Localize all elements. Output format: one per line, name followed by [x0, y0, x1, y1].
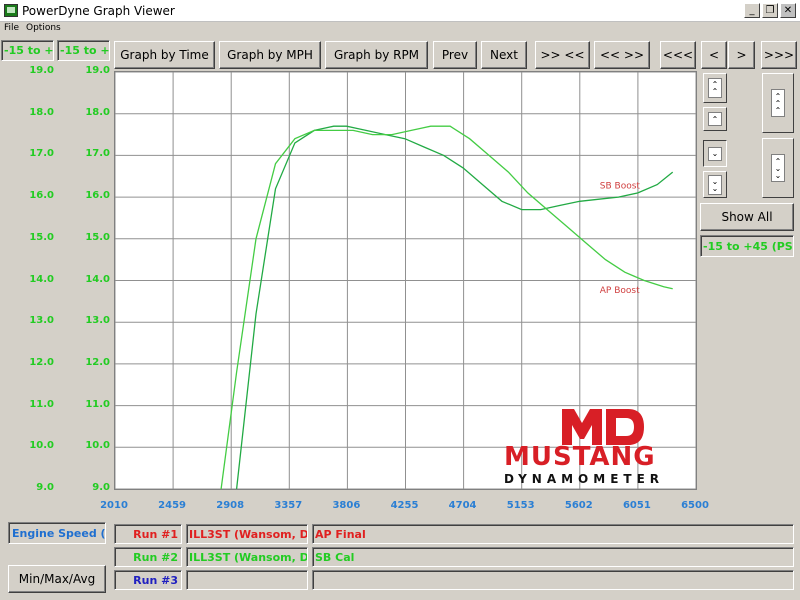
zoom-in-button[interactable]: >> <<	[535, 41, 590, 69]
range-box-right[interactable]: -15 to +45 (PSI)	[700, 235, 794, 257]
graph-by-rpm-button[interactable]: Graph by RPM	[325, 41, 428, 69]
y-tick-label-inner: 15.0	[85, 231, 110, 243]
x-tick-label: 3806	[332, 500, 361, 511]
page-down-icon: ⌃ ⌄ ⌄	[771, 154, 785, 182]
y-tick-label: 18.0	[29, 106, 54, 118]
minimize-button[interactable]: _	[744, 3, 760, 18]
y-tick-label-inner: 10.0	[85, 440, 110, 452]
run-label[interactable]: Run #2	[114, 547, 182, 567]
window-title: PowerDyne Graph Viewer	[22, 4, 175, 18]
close-button[interactable]: ✕	[780, 3, 796, 18]
menu-bar: File Options	[0, 22, 800, 36]
y-tick-label-inner: 17.0	[85, 148, 110, 160]
y-tick-label: 9.0	[36, 482, 54, 493]
min-max-avg-button[interactable]: Min/Max/Avg	[8, 565, 106, 593]
y-tick-label: 16.0	[29, 190, 54, 202]
y-tick-label-inner: 18.0	[85, 106, 110, 118]
y-tick-label-inner: 11.0	[85, 398, 110, 410]
scroll-up-fast-button[interactable]: ⌃ ⌃	[703, 73, 727, 103]
x-axis-selector[interactable]: Engine Speed (RI	[8, 522, 106, 544]
y-tick-label: 11.0	[29, 398, 54, 410]
scroll-far-left-button[interactable]: <<<	[660, 41, 696, 69]
range-box-left[interactable]: -15 to +45	[1, 40, 54, 61]
y-tick-label: 15.0	[29, 231, 54, 243]
show-all-button[interactable]: Show All	[700, 203, 794, 231]
y-tick-label-inner: 16.0	[85, 190, 110, 202]
x-tick-label: 5153	[506, 500, 535, 511]
run-vehicle[interactable]: ILL3ST (Wansom, Der	[186, 547, 308, 567]
y-tick-label: 10.0	[29, 440, 54, 452]
page-up-icon: ⌃ ⌃ ⌃	[771, 89, 785, 117]
series-annotation-1: SB Boost	[600, 182, 641, 192]
zoom-out-button[interactable]: << >>	[594, 41, 650, 69]
x-tick-label: 4704	[448, 500, 477, 511]
y-tick-label-inner: 12.0	[85, 356, 110, 368]
page-down-button[interactable]: ⌃ ⌄ ⌄	[762, 138, 794, 198]
scroll-left-button[interactable]: <	[701, 41, 727, 69]
page-up-button[interactable]: ⌃ ⌃ ⌃	[762, 73, 794, 133]
x-tick-label: 3357	[274, 500, 303, 511]
y-tick-label: 14.0	[29, 273, 54, 285]
run-name[interactable]: AP Final	[312, 524, 794, 544]
double-down-arrow-icon: ⌄ ⌄	[708, 174, 722, 195]
app-icon	[4, 4, 18, 17]
run-name[interactable]: SB Cal	[312, 547, 794, 567]
scroll-down-button[interactable]: ⌄	[703, 140, 727, 167]
menu-file[interactable]: File	[4, 23, 19, 33]
app-window: PowerDyne Graph Viewer _ ❐ ✕ File Option…	[0, 0, 800, 600]
x-tick-label: 4255	[390, 500, 419, 511]
graph-by-time-button[interactable]: Graph by Time	[114, 41, 215, 69]
y-tick-label-inner: 13.0	[85, 315, 110, 327]
logo-brand-text: MUSTANG	[504, 442, 656, 472]
y-tick-label: 17.0	[29, 148, 54, 160]
y-tick-label-inner: 19.0	[85, 65, 110, 76]
series-annotation-2: AP Boost	[600, 286, 640, 296]
scroll-far-right-button[interactable]: >>>	[761, 41, 797, 69]
y-tick-label: 13.0	[29, 315, 54, 327]
scroll-right-button[interactable]: >	[728, 41, 755, 69]
run-label[interactable]: Run #3	[114, 570, 182, 590]
maximize-button[interactable]: ❐	[762, 3, 778, 18]
up-arrow-icon: ⌃	[708, 112, 722, 126]
logo-sub-text: DYNAMOMETER	[504, 472, 665, 486]
scroll-down-fast-button[interactable]: ⌄ ⌄	[703, 171, 727, 198]
y-tick-label: 19.0	[29, 65, 54, 76]
down-arrow-icon: ⌄	[708, 146, 722, 161]
x-tick-label: 2908	[216, 500, 245, 511]
next-button[interactable]: Next	[481, 41, 527, 69]
y-tick-label-inner: 14.0	[85, 273, 110, 285]
x-tick-label: 6500	[681, 500, 709, 511]
x-tick-label: 2459	[158, 500, 187, 511]
run-vehicle[interactable]: ILL3ST (Wansom, Der	[186, 524, 308, 544]
run-label[interactable]: Run #1	[114, 524, 182, 544]
x-tick-label: 5602	[564, 500, 593, 511]
double-up-arrow-icon: ⌃ ⌃	[708, 78, 722, 98]
prev-button[interactable]: Prev	[433, 41, 477, 69]
scroll-up-button[interactable]: ⌃	[703, 107, 727, 131]
menu-options[interactable]: Options	[26, 23, 61, 33]
x-tick-label: 2010	[100, 500, 128, 511]
x-tick-label: 6051	[622, 500, 651, 511]
run-vehicle[interactable]	[186, 570, 308, 590]
graph-by-mph-button[interactable]: Graph by MPH	[219, 41, 321, 69]
run-name[interactable]	[312, 570, 794, 590]
mustang-logo	[560, 405, 650, 447]
range-box-left-2[interactable]: -15 to +45	[57, 40, 110, 61]
title-bar: PowerDyne Graph Viewer _ ❐ ✕	[0, 0, 800, 22]
y-tick-label: 12.0	[29, 356, 54, 368]
y-tick-label-inner: 9.0	[92, 482, 110, 493]
